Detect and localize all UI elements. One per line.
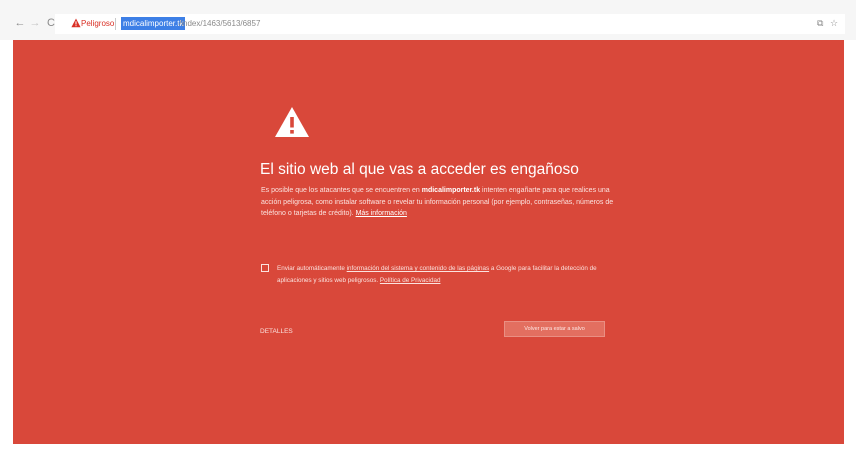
safe-browsing-warning-page: El sitio web al que vas a acceder es eng… <box>13 40 844 444</box>
more-info-link[interactable]: Más información <box>356 210 407 217</box>
url-host-selected[interactable]: mdicalimporter.tk <box>121 17 186 30</box>
browser-toolbar: ← → C Peligroso mdicalimporter.tk /index… <box>0 0 856 40</box>
description-prefix: Es posible que los atacantes que se encu… <box>261 187 422 194</box>
forward-arrow-icon[interactable]: → <box>29 17 41 29</box>
bookmark-star-icon[interactable]: ☆ <box>830 18 838 29</box>
browser-window: ← → C Peligroso mdicalimporter.tk /index… <box>0 0 856 452</box>
translate-icon[interactable]: ⧉ <box>817 18 823 29</box>
warning-headline: El sitio web al que vas a acceder es eng… <box>260 161 579 178</box>
warning-description: Es posible que los atacantes que se encu… <box>261 185 621 220</box>
description-host: mdicalimporter.tk <box>421 187 481 194</box>
privacy-policy-link[interactable]: Política de Privacidad <box>380 277 441 284</box>
address-bar[interactable]: Peligroso mdicalimporter.tk /index/1463/… <box>55 14 845 34</box>
back-arrow-icon[interactable]: ← <box>14 17 26 29</box>
report-checkbox[interactable] <box>261 264 269 272</box>
details-button[interactable]: DETALLES <box>260 328 293 335</box>
report-optin-text: Enviar automáticamente información del s… <box>277 263 621 287</box>
url-path[interactable]: /index/1463/5613/6857 <box>179 17 260 30</box>
back-to-safety-button[interactable]: Volver para estar a salvo <box>504 321 605 337</box>
warning-triangle-icon <box>71 18 81 28</box>
optin-prefix: Enviar automáticamente <box>277 265 347 272</box>
security-status-label[interactable]: Peligroso <box>81 19 114 28</box>
warning-triangle-icon <box>275 107 309 137</box>
system-info-link[interactable]: información del sistema y contenido de l… <box>347 265 489 272</box>
address-divider <box>115 18 116 30</box>
